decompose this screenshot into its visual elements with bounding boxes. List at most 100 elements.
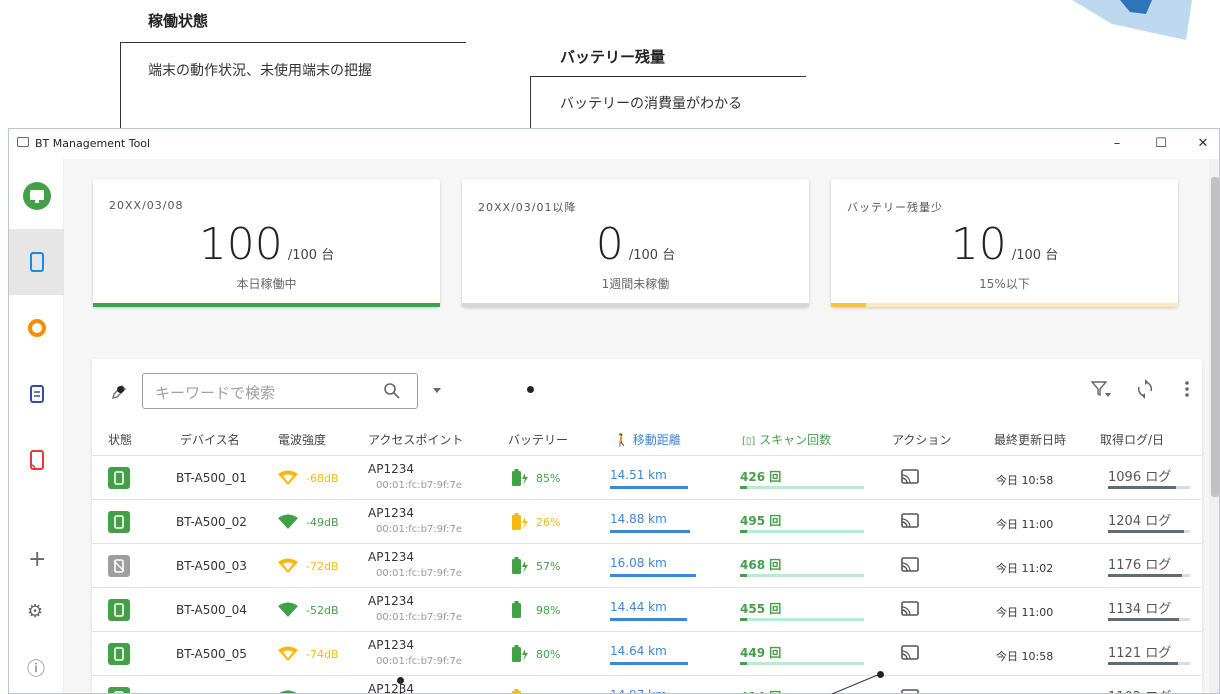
search-box[interactable]: キーワードで検索 (142, 373, 418, 409)
header-scan[interactable]: [▯] スキャン回数 (742, 431, 831, 448)
sidebar-item-cast[interactable] (9, 427, 64, 493)
header-device[interactable]: デバイス名 (180, 431, 240, 448)
access-point-name: AP1234 (368, 462, 414, 476)
card-value-row: 10 /100 台 (831, 219, 1178, 270)
battery-annotation-title: バッテリー残量 (560, 48, 666, 66)
battery-value: 85% (536, 472, 561, 485)
window-title: BT Management Tool (35, 137, 151, 150)
header-log[interactable]: 取得ログ/日 (1100, 431, 1164, 448)
battery-value: 98% (536, 604, 561, 617)
sidebar-logo[interactable] (9, 163, 64, 229)
device-name: BT-A500_01 (176, 471, 247, 485)
log-count[interactable]: 1096 ログ (1108, 466, 1171, 485)
status-annotation-dot (117, 386, 124, 393)
cast-action-icon[interactable] (900, 600, 920, 618)
log-count[interactable]: 1121 ログ (1108, 642, 1171, 661)
scrollbar-thumb[interactable] (1211, 177, 1219, 497)
summary-card-inactive[interactable]: 20XX/03/01以降 0 /100 台 1週間未稼働 (462, 179, 809, 307)
settings-gear-icon[interactable]: ⚙ (27, 601, 43, 622)
distance-bar (610, 662, 688, 665)
cast-action-icon[interactable] (900, 468, 920, 486)
minimize-button[interactable]: – (1099, 133, 1135, 155)
table-row[interactable]: BT-A500_05 -74dB AP1234 00:01:fc:b7:9f:7e 80… (92, 631, 1202, 675)
header-action[interactable]: アクション (892, 431, 951, 448)
maximize-button[interactable]: ☐ (1143, 133, 1179, 155)
log-count[interactable]: 1176 ログ (1108, 554, 1171, 573)
scrollbar[interactable] (1209, 159, 1219, 693)
card-sub: 1週間未稼働 (601, 277, 670, 291)
battery-icon (512, 557, 528, 574)
search-input[interactable]: キーワードで検索 (155, 382, 275, 403)
distance-value: 14.64 km (610, 644, 667, 658)
scan-value: 449 回 (740, 646, 782, 660)
distance-value: 14.44 km (610, 600, 667, 614)
log-bar (1108, 486, 1176, 489)
header-access-point[interactable]: アクセスポイント (368, 431, 463, 448)
status-annotation-title: 稼働状態 (148, 12, 209, 30)
sidebar: + ⚙ ⓘ (9, 159, 64, 693)
card-unit: /100 台 (287, 248, 335, 263)
device-name: BT-A500_04 (176, 603, 247, 617)
card-unit: /100 台 (1011, 248, 1059, 263)
wifi-signal-icon (278, 602, 298, 617)
battery-value: 80% (536, 648, 561, 661)
table-row[interactable]: BT-A500_03 -72dB AP1234 00:01:fc:b7:9f:7e 57… (92, 543, 1202, 587)
signal-value: -72dB (306, 560, 339, 573)
log-count[interactable]: 1204 ログ (1108, 510, 1171, 529)
cast-action-icon[interactable] (900, 512, 920, 530)
header-signal[interactable]: 電波強度 (278, 431, 326, 448)
card-progress-bar (93, 303, 440, 307)
scan-bar (740, 574, 747, 577)
battery-annotation-line (530, 76, 806, 77)
add-button[interactable]: + (28, 547, 46, 572)
card-value-row: 0 /100 台 (462, 219, 809, 270)
status-annotation-desc: 端末の動作状況、未使用端末の把握 (148, 63, 372, 79)
log-count[interactable]: 1102 ログ (1108, 686, 1171, 693)
device-name: BT-A500_03 (176, 559, 247, 573)
header-battery[interactable]: バッテリー (508, 431, 568, 448)
more-vertical-icon[interactable] (1184, 379, 1190, 399)
battery-annotation-desc: バッテリーの消費量がわかる (560, 96, 742, 112)
table-row[interactable]: BT-A500_01 -68dB AP1234 00:01:fc:b7:9f:7e 85… (92, 455, 1202, 499)
dropdown-chevron-down-icon[interactable] (432, 387, 442, 395)
table-row[interactable]: BT-A500_02 -49dB AP1234 00:01:fc:b7:9f:7e 26… (92, 499, 1202, 543)
summary-card-low-battery[interactable]: バッテリー残量少 10 /100 台 15%以下 (831, 179, 1178, 307)
distance-bar (610, 618, 687, 621)
filter-icon[interactable] (1090, 379, 1112, 399)
sidebar-item-devices[interactable] (9, 229, 64, 295)
table-row[interactable]: BT-A500_04 -52dB AP1234 00:01:fc:b7:9f:7e 98… (92, 587, 1202, 631)
battery-annotation-dot (527, 386, 534, 393)
header-status[interactable]: 状態 (108, 431, 132, 448)
access-point-mac: 00:01:fc:b7:9f:7e (376, 524, 463, 535)
sidebar-item-analytics[interactable] (9, 295, 64, 361)
summary-card-active[interactable]: 20XX/03/08 100 /100 台 本日稼働中 (93, 179, 440, 307)
last-updated: 今日 10:58 (996, 650, 1054, 663)
card-value: 0 (595, 219, 624, 270)
refresh-icon[interactable] (1136, 379, 1154, 399)
last-updated: 今日 11:00 (996, 606, 1054, 619)
distance-value: 14.97 km (610, 688, 667, 693)
scan-bar-track (740, 618, 864, 621)
cast-action-icon[interactable] (900, 644, 920, 662)
cast-action-icon[interactable] (900, 688, 920, 694)
status-badge (108, 467, 130, 489)
device-name: BT-A500_02 (176, 515, 247, 529)
scan-bar (740, 618, 747, 621)
close-button[interactable]: ✕ (1185, 133, 1219, 155)
distance-value: 14.88 km (610, 512, 667, 526)
walk-icon: 🚶 (614, 433, 629, 447)
document-icon (29, 385, 44, 403)
header-scan-label: スキャン回数 (759, 433, 832, 447)
header-updated[interactable]: 最終更新日時 (994, 431, 1066, 448)
wifi-signal-icon (278, 470, 298, 485)
log-count[interactable]: 1134 ログ (1108, 598, 1171, 617)
search-icon[interactable] (383, 382, 401, 400)
status-badge (108, 687, 130, 693)
sidebar-item-documents[interactable] (9, 361, 64, 427)
header-distance[interactable]: 🚶 移動距離 (614, 431, 681, 448)
table-row[interactable]: BT-A500_06-24dBAP123400:01:fc:b7:9f:7e50… (92, 675, 1202, 694)
cast-action-icon[interactable] (900, 556, 920, 574)
card-label: 20XX/03/01以降 (478, 201, 577, 214)
info-icon[interactable]: ⓘ (27, 655, 45, 681)
signal-value: -52dB (306, 604, 339, 617)
